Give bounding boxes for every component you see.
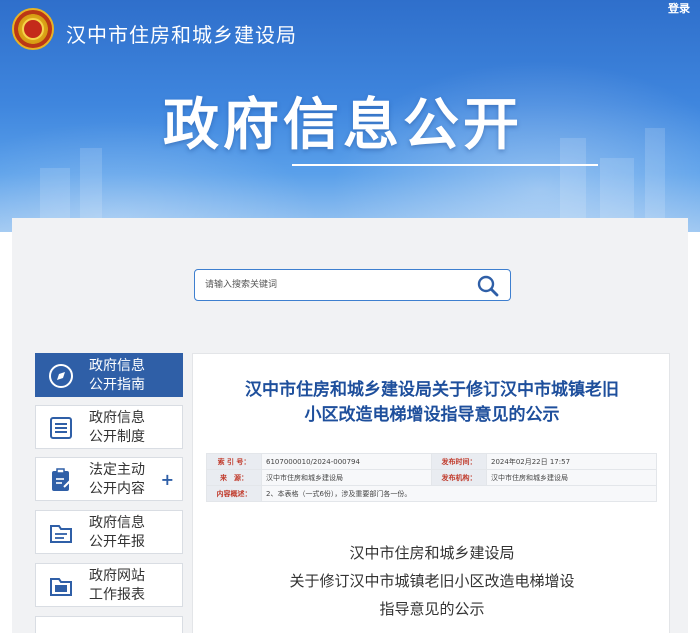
sidebar-item-label: 政府信息 公开制度 [89,410,145,445]
metadata-table: 索 引 号： 6107000010/2024-000794 发布时间： 2024… [206,453,657,502]
sidebar-item-website-report[interactable]: 政府网站 工作报表 [35,563,183,607]
table-row: 索 引 号： 6107000010/2024-000794 发布时间： 2024… [206,453,657,470]
banner-building [40,168,70,218]
sidebar-item-label: 法定主动 公开内容 [89,462,145,497]
table-row: 来 源： 汉中市住房和城乡建设局 发布机构： 汉中市住房和城乡建设局 [206,469,657,486]
article-title-line: 小区改造电梯增设指导意见的公示 [304,405,560,425]
banner-underline [292,164,598,166]
folder-report-icon [50,578,72,596]
banner-building [600,158,634,218]
sidebar-item-label: 政府信息 公开指南 [89,358,145,393]
article-title: 汉中市住房和城乡建设局关于修订汉中市城镇老旧 小区改造电梯增设指导意见的公示 [193,378,671,428]
site-title[interactable]: 汉中市住房和城乡建设局 [66,19,297,48]
expand-plus-icon[interactable]: + [161,470,174,489]
search-icon[interactable] [476,274,500,298]
search-input[interactable] [205,276,455,294]
body-heading-line: 汉中市住房和城乡建设局 [349,544,515,562]
compass-icon [49,364,73,388]
banner-building [645,128,665,218]
meta-label: 来 源： [206,469,262,486]
meta-label: 内容概述： [206,485,262,502]
table-row: 内容概述： 2、本表格（一式6份），涉及重要部门各一份。 [206,485,657,502]
sidebar-item-label: 政府网站 工作报表 [89,568,145,603]
article-title-line: 汉中市住房和城乡建设局关于修订汉中市城镇老旧 [245,380,619,400]
meta-value: 2024年02月22日 17:57 [486,453,657,470]
meta-label: 发布时间： [431,453,487,470]
body-heading-line: 关于修订汉中市城镇老旧小区改造电梯增设 [289,572,575,590]
sidebar-item-label: 政府信息 公开年报 [89,515,145,550]
banner-building [80,148,102,218]
sidebar-item-partial[interactable] [35,616,183,633]
sidebar-item-system[interactable]: 政府信息 公开制度 [35,405,183,449]
meta-value: 2、本表格（一式6份），涉及重要部门各一份。 [261,485,657,502]
meta-value: 汉中市住房和城乡建设局 [261,469,432,486]
banner-title: 政府信息公开 [163,93,523,158]
sidebar-item-annual-report[interactable]: 政府信息 公开年报 [35,510,183,554]
national-emblem-icon [12,8,54,50]
meta-value: 汉中市住房和城乡建设局 [486,469,657,486]
document-list-icon [50,417,72,439]
meta-label: 索 引 号： [206,453,262,470]
body-heading-line: 指导意见的公示 [379,600,485,618]
folder-icon [50,525,72,543]
meta-label: 发布机构： [431,469,487,486]
meta-value: 6107000010/2024-000794 [261,453,432,470]
article-card: 汉中市住房和城乡建设局关于修订汉中市城镇老旧 小区改造电梯增设指导意见的公示 索… [192,353,670,633]
sidebar-item-guide[interactable]: 政府信息 公开指南 [35,353,183,397]
banner-building [560,138,586,218]
clipboard-edit-icon [52,468,72,491]
login-link[interactable]: 登录 [668,0,690,16]
search-bar [194,269,511,301]
sidebar-item-statutory[interactable]: 法定主动 公开内容 + [35,457,183,501]
